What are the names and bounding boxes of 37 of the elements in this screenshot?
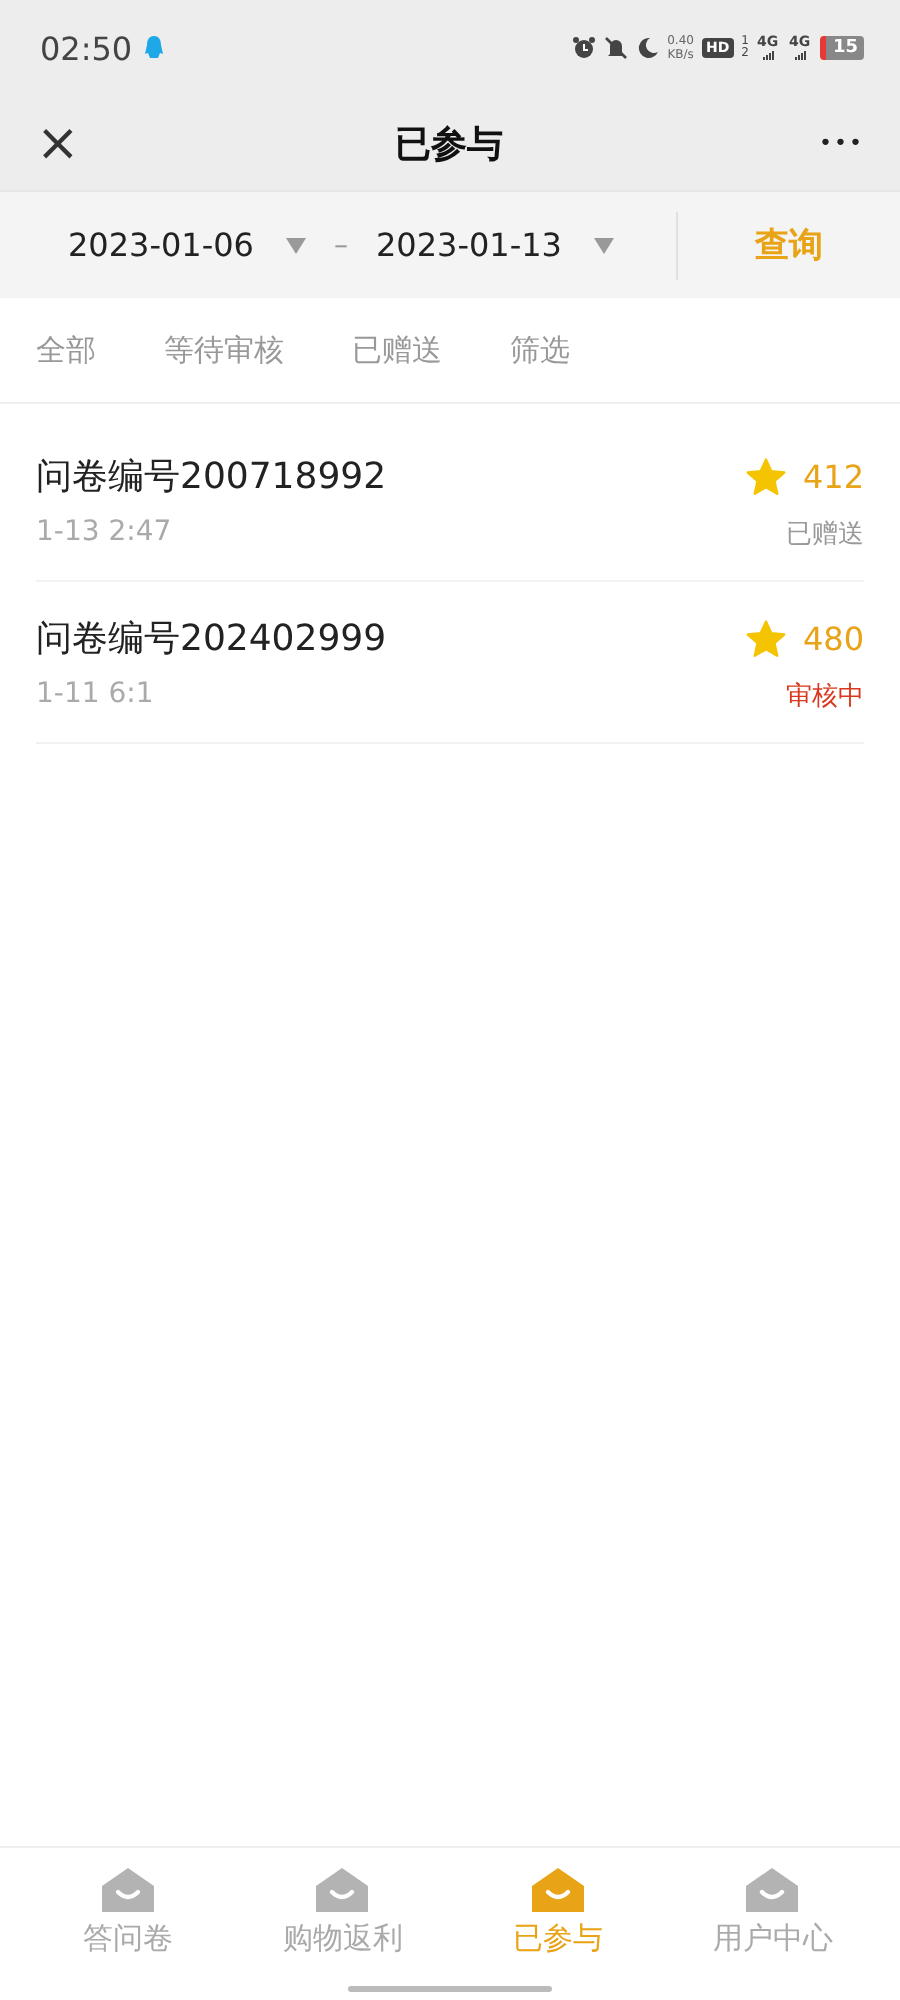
submit-time: 1-13 2:47 [36, 516, 174, 552]
range-separator: – [333, 229, 348, 261]
house-icon [746, 1868, 799, 1912]
filter-tab[interactable]: 全部 [16, 319, 116, 381]
filter-tab[interactable]: 已赠送 [332, 319, 462, 381]
house-icon [316, 1868, 369, 1912]
page-title: 已参与 [393, 121, 506, 167]
house-icon [531, 1868, 584, 1912]
alarm-clock-icon [571, 36, 596, 60]
battery-level: 15 [820, 36, 864, 60]
penguin-icon [144, 36, 165, 60]
dropdown-caret-icon [593, 237, 614, 253]
submit-time: 1-11 6:1 [36, 678, 156, 714]
survey-title: 问卷编号200718992 [36, 454, 389, 500]
date-field[interactable]: 2023-01-06 [48, 226, 326, 264]
close-button[interactable]: × [28, 117, 88, 169]
star-icon [746, 457, 787, 495]
date-field[interactable]: 2023-01-13 [355, 226, 634, 264]
points-value: 480 [802, 619, 864, 657]
nav-tab[interactable]: 已参与 [450, 1848, 665, 1958]
house-icon [101, 1868, 154, 1912]
nav-tab[interactable]: 用户中心 [665, 1848, 880, 1958]
review-status: 审核中 [786, 680, 864, 714]
muted-bell-icon [603, 36, 628, 60]
points-value: 412 [802, 457, 864, 495]
review-status: 已赠送 [786, 518, 864, 552]
star-icon [746, 619, 787, 657]
dropdown-caret-icon [285, 237, 306, 253]
nav-tab[interactable]: 答问卷 [20, 1848, 235, 1958]
clock-time: 02:50 [40, 29, 133, 67]
query-button[interactable]: 查询 [676, 211, 900, 279]
filter-tab[interactable]: 等待审核 [144, 319, 304, 381]
more-button[interactable]: ••• [811, 117, 872, 169]
moon-icon [635, 36, 660, 60]
nav-tab[interactable]: 购物返利 [235, 1848, 450, 1958]
filter-tab[interactable]: 筛选 [490, 319, 590, 381]
survey-title: 问卷编号202402999 [36, 616, 389, 662]
